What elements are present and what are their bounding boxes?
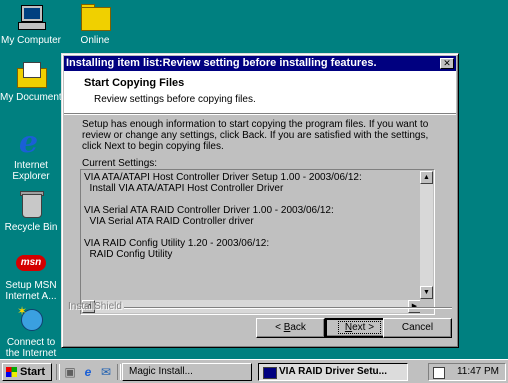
- desktop-icon-online[interactable]: Online: [64, 3, 126, 46]
- recycle-bin-icon: [15, 190, 47, 220]
- install-dialog: Installing item list:Review setting befo…: [61, 53, 459, 348]
- msn-icon: msn: [15, 248, 47, 278]
- clock[interactable]: 11:47 PM: [457, 364, 499, 380]
- desktop-icon-recycle-bin[interactable]: Recycle Bin: [0, 190, 62, 233]
- start-button[interactable]: Start: [2, 363, 52, 381]
- dialog-header: Start Copying Files Review settings befo…: [64, 71, 456, 114]
- desktop-icon-my-computer[interactable]: My Computer: [0, 3, 62, 46]
- setup-window-icon: [263, 367, 277, 379]
- documents-icon: [15, 60, 47, 90]
- system-tray: 11:47 PM: [428, 363, 506, 381]
- desktop-icon-setup-msn[interactable]: msn Setup MSN Internet A...: [0, 248, 62, 302]
- show-desktop-icon[interactable]: ▣: [62, 364, 78, 380]
- settings-text: VIA ATA/ATAPI Host Controller Driver Set…: [84, 172, 362, 260]
- outlook-quicklaunch-icon[interactable]: ✉: [98, 364, 114, 380]
- scroll-down-button[interactable]: ▼: [420, 286, 433, 299]
- back-button[interactable]: < Back: [256, 318, 325, 338]
- taskbar: Start ▣ e ✉ Magic Install... VIA RAID Dr…: [0, 359, 508, 383]
- header-title: Start Copying Files: [84, 77, 185, 89]
- task-magic-install[interactable]: Magic Install...: [122, 363, 252, 381]
- installshield-brand: InstallShield: [68, 301, 122, 312]
- taskbar-separator: [117, 364, 121, 380]
- cancel-button[interactable]: Cancel: [383, 318, 452, 338]
- intro-text: Setup has enough information to start co…: [82, 119, 429, 152]
- ie-quicklaunch-icon[interactable]: e: [80, 364, 96, 380]
- vertical-scrollbar[interactable]: ▲ ▼: [420, 171, 433, 299]
- folder-icon: [79, 3, 111, 33]
- windows-logo-icon: [6, 367, 17, 377]
- dialog-title: Installing item list:Review setting befo…: [66, 57, 377, 69]
- connect-icon: ✶: [15, 305, 47, 335]
- next-focus-ring: Next >: [337, 321, 382, 334]
- header-divider: [64, 114, 456, 115]
- internet-explorer-icon: e: [19, 125, 39, 160]
- desktop-icon-internet-explorer[interactable]: e Internet Explorer: [0, 125, 62, 183]
- scheduler-icon[interactable]: [433, 367, 445, 379]
- task-via-raid-setup[interactable]: VIA RAID Driver Setu...: [258, 363, 408, 381]
- desktop-icon-my-documents[interactable]: My Documents: [0, 60, 62, 103]
- header-subtitle: Review settings before copying files.: [94, 94, 256, 105]
- taskbar-separator: [56, 364, 60, 380]
- current-settings-label: Current Settings:: [82, 158, 158, 169]
- computer-icon: [15, 3, 47, 33]
- brand-divider: [124, 307, 452, 309]
- close-button[interactable]: ✕: [440, 58, 454, 69]
- desktop-icon-connect[interactable]: ✶ Connect to the Internet: [0, 305, 62, 359]
- scroll-up-button[interactable]: ▲: [420, 171, 433, 184]
- current-settings-box[interactable]: VIA ATA/ATAPI Host Controller Driver Set…: [80, 169, 435, 315]
- dialog-titlebar[interactable]: Installing item list:Review setting befo…: [64, 56, 456, 71]
